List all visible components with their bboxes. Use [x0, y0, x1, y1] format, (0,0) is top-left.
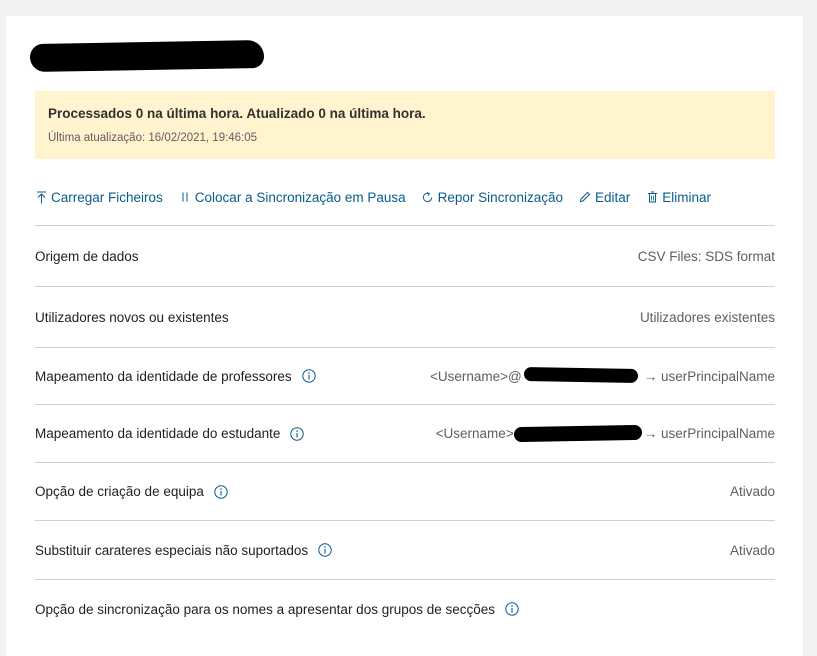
property-label: Opção de sincronização para os nomes a a… [35, 601, 496, 617]
upload-files-label: Carregar Ficheiros [51, 189, 163, 205]
reset-sync-label: Repor Sincronização [437, 189, 563, 205]
redacted-domain [523, 366, 639, 383]
info-icon[interactable] [318, 543, 332, 557]
property-label-wrap: Opção de sincronização para os nomes a a… [35, 602, 519, 617]
property-value: Ativado [729, 542, 775, 558]
status-banner: Processados 0 na última hora. Atualizado… [35, 91, 775, 159]
edit-button[interactable]: Editar [579, 190, 630, 205]
property-label: Substituir carateres especiais não supor… [35, 542, 309, 558]
property-value: <Username>@ → userPrincipalName [429, 366, 775, 384]
property-label: Mapeamento da identidade do estudante [35, 426, 281, 441]
property-label: Utilizadores novos ou existentes [35, 309, 229, 325]
property-value: Utilizadores existentes [639, 309, 775, 325]
property-label-wrap: Opção de criação de equipa [35, 484, 228, 499]
property-value: CSV Files: SDS format [637, 248, 775, 264]
property-label: Origem de dados [35, 248, 139, 264]
value-suffix: → userPrincipalName [643, 426, 775, 441]
pencil-icon [579, 190, 591, 204]
reset-sync-button[interactable]: Repor Sincronização [422, 190, 563, 205]
property-row-users: Utilizadores novos ou existentes Utiliza… [35, 286, 775, 347]
pause-icon [179, 190, 191, 204]
status-message: Processados 0 na última hora. Atualizado… [48, 106, 426, 121]
upload-icon [35, 190, 47, 204]
property-label-wrap: Mapeamento da identidade de professores [35, 369, 316, 384]
property-value: Ativado [729, 484, 775, 499]
edit-label: Editar [594, 189, 631, 205]
property-row-team-creation: Opção de criação de equipa Ativado [35, 462, 775, 520]
trash-icon [646, 190, 658, 204]
property-label: Opção de criação de equipa [35, 484, 204, 499]
delete-button[interactable]: Eliminar [646, 190, 711, 205]
property-label: Mapeamento da identidade de professores [35, 368, 292, 384]
property-label-wrap: Substituir carateres especiais não supor… [35, 543, 332, 558]
refresh-icon [422, 190, 434, 204]
pause-sync-button[interactable]: Colocar a Sincronização em Pausa [179, 190, 406, 205]
property-row-special-chars: Substituir carateres especiais não supor… [35, 520, 775, 579]
info-icon[interactable] [505, 602, 519, 616]
property-value: <Username> → userPrincipalName [435, 424, 775, 443]
property-row-student-identity: Mapeamento da identidade do estudante <U… [35, 404, 775, 462]
last-update-text: Última atualização: 16/02/2021, 19:46:05 [48, 132, 258, 144]
redacted-profile-title [29, 39, 265, 73]
property-row-data-source: Origem de dados CSV Files: SDS format [35, 225, 775, 286]
properties-list: Origem de dados CSV Files: SDS format Ut… [35, 225, 775, 638]
info-icon[interactable] [301, 369, 316, 383]
action-toolbar: Carregar Ficheiros Colocar a Sincronizaç… [35, 187, 727, 207]
delete-label: Eliminar [662, 189, 712, 205]
value-prefix: <Username> [435, 426, 514, 441]
upload-files-button[interactable]: Carregar Ficheiros [35, 190, 163, 205]
property-row-section-group-names: Opção de sincronização para os nomes a a… [35, 579, 775, 638]
info-icon[interactable] [290, 426, 305, 441]
value-prefix: <Username>@ [429, 368, 522, 384]
property-label-wrap: Mapeamento da identidade do estudante [35, 426, 305, 441]
redacted-domain [513, 424, 642, 443]
sync-profile-panel: Processados 0 na última hora. Atualizado… [6, 16, 803, 656]
pause-sync-label: Colocar a Sincronização em Pausa [194, 189, 406, 205]
value-suffix: → userPrincipalName [643, 368, 775, 384]
info-icon[interactable] [214, 484, 228, 499]
property-row-teacher-identity: Mapeamento da identidade de professores … [35, 347, 775, 404]
